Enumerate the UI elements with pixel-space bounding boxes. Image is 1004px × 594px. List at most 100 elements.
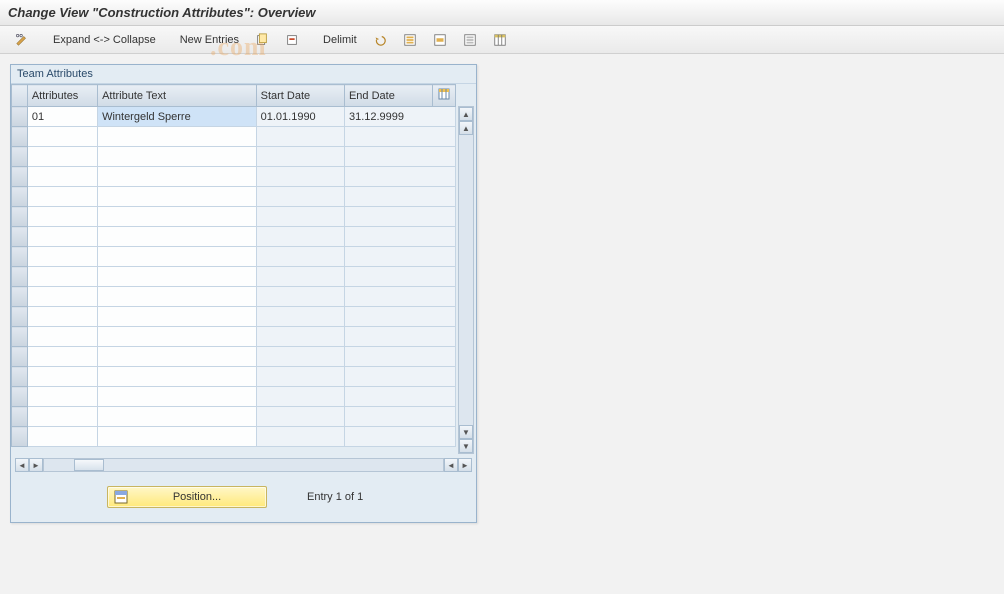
- table-settings-button[interactable]: [486, 30, 514, 50]
- cell-attribute-text[interactable]: [98, 247, 257, 267]
- column-header-attributes[interactable]: Attributes: [27, 85, 97, 107]
- cell-attribute-text[interactable]: [98, 327, 257, 347]
- cell-attributes[interactable]: [27, 207, 97, 227]
- cell-attributes[interactable]: [27, 367, 97, 387]
- cell-start-date[interactable]: [256, 407, 344, 427]
- scroll-up-step-icon[interactable]: ▲: [459, 121, 473, 135]
- row-selector[interactable]: [12, 267, 28, 287]
- cell-attribute-text[interactable]: [98, 307, 257, 327]
- row-selector[interactable]: [12, 147, 28, 167]
- expand-collapse-button[interactable]: Expand <-> Collapse: [46, 30, 163, 50]
- cell-attributes[interactable]: [27, 327, 97, 347]
- cell-start-date[interactable]: [256, 427, 344, 447]
- cell-attribute-text[interactable]: [98, 387, 257, 407]
- cell-end-date[interactable]: [344, 127, 455, 147]
- cell-end-date[interactable]: [344, 187, 455, 207]
- row-selector[interactable]: [12, 287, 28, 307]
- vertical-scrollbar[interactable]: ▲ ▲ ▼ ▼: [458, 106, 474, 454]
- delimit-button[interactable]: Delimit: [316, 30, 364, 50]
- cell-end-date[interactable]: [344, 307, 455, 327]
- scroll-next-col-button[interactable]: ◄: [444, 458, 458, 472]
- cell-attributes[interactable]: [27, 287, 97, 307]
- copy-as-button[interactable]: [248, 30, 276, 50]
- row-selector[interactable]: [12, 387, 28, 407]
- cell-attributes[interactable]: [27, 347, 97, 367]
- scroll-last-col-button[interactable]: ►: [458, 458, 472, 472]
- cell-start-date[interactable]: [256, 287, 344, 307]
- undo-change-button[interactable]: [366, 30, 394, 50]
- cell-attribute-text[interactable]: [98, 147, 257, 167]
- hscroll-thumb[interactable]: [74, 459, 104, 471]
- row-selector[interactable]: [12, 367, 28, 387]
- cell-end-date[interactable]: [344, 367, 455, 387]
- column-header-start-date[interactable]: Start Date: [256, 85, 344, 107]
- cell-attribute-text[interactable]: [98, 267, 257, 287]
- cell-attributes[interactable]: [27, 187, 97, 207]
- cell-attribute-text[interactable]: [98, 407, 257, 427]
- row-selector[interactable]: [12, 167, 28, 187]
- column-header-end-date[interactable]: End Date: [344, 85, 432, 107]
- cell-attribute-text[interactable]: [98, 127, 257, 147]
- row-selector[interactable]: [12, 307, 28, 327]
- cell-end-date[interactable]: [344, 287, 455, 307]
- row-selector[interactable]: [12, 227, 28, 247]
- cell-start-date[interactable]: [256, 367, 344, 387]
- cell-start-date[interactable]: 01.01.1990: [256, 107, 344, 127]
- cell-end-date[interactable]: [344, 227, 455, 247]
- scroll-up-icon[interactable]: ▲: [459, 107, 473, 121]
- cell-end-date[interactable]: [344, 147, 455, 167]
- scroll-down-step-icon[interactable]: ▼: [459, 425, 473, 439]
- row-selector[interactable]: [12, 407, 28, 427]
- scroll-down-icon[interactable]: ▼: [459, 439, 473, 453]
- row-selector-header[interactable]: [12, 85, 28, 107]
- cell-end-date[interactable]: 31.12.9999: [344, 107, 455, 127]
- cell-end-date[interactable]: [344, 167, 455, 187]
- cell-attributes[interactable]: [27, 387, 97, 407]
- scroll-prev-col-button[interactable]: ►: [29, 458, 43, 472]
- row-selector[interactable]: [12, 247, 28, 267]
- cell-start-date[interactable]: [256, 227, 344, 247]
- row-selector[interactable]: [12, 207, 28, 227]
- cell-attributes[interactable]: [27, 307, 97, 327]
- deselect-all-button[interactable]: [456, 30, 484, 50]
- row-selector[interactable]: [12, 427, 28, 447]
- cell-attribute-text[interactable]: [98, 227, 257, 247]
- select-all-button[interactable]: [396, 30, 424, 50]
- delete-button[interactable]: [278, 30, 306, 50]
- new-entries-button[interactable]: New Entries: [173, 30, 246, 50]
- cell-start-date[interactable]: [256, 247, 344, 267]
- cell-start-date[interactable]: [256, 147, 344, 167]
- cell-end-date[interactable]: [344, 267, 455, 287]
- cell-attributes[interactable]: [27, 247, 97, 267]
- cell-attributes[interactable]: 01: [27, 107, 97, 127]
- cell-attributes[interactable]: [27, 427, 97, 447]
- cell-end-date[interactable]: [344, 247, 455, 267]
- cell-end-date[interactable]: [344, 407, 455, 427]
- cell-end-date[interactable]: [344, 387, 455, 407]
- cell-start-date[interactable]: [256, 267, 344, 287]
- cell-attributes[interactable]: [27, 127, 97, 147]
- cell-start-date[interactable]: [256, 187, 344, 207]
- cell-attributes[interactable]: [27, 147, 97, 167]
- cell-start-date[interactable]: [256, 167, 344, 187]
- cell-attribute-text[interactable]: [98, 347, 257, 367]
- cell-attributes[interactable]: [27, 267, 97, 287]
- cell-start-date[interactable]: [256, 327, 344, 347]
- cell-attribute-text[interactable]: [98, 167, 257, 187]
- cell-attribute-text[interactable]: [98, 187, 257, 207]
- cell-end-date[interactable]: [344, 347, 455, 367]
- cell-end-date[interactable]: [344, 427, 455, 447]
- cell-start-date[interactable]: [256, 127, 344, 147]
- cell-attribute-text[interactable]: [98, 427, 257, 447]
- cell-attributes[interactable]: [27, 407, 97, 427]
- scroll-first-col-button[interactable]: ◄: [15, 458, 29, 472]
- cell-end-date[interactable]: [344, 327, 455, 347]
- select-block-button[interactable]: [426, 30, 454, 50]
- cell-attribute-text[interactable]: [98, 207, 257, 227]
- cell-attribute-text[interactable]: [98, 287, 257, 307]
- cell-start-date[interactable]: [256, 347, 344, 367]
- row-selector[interactable]: [12, 327, 28, 347]
- cell-end-date[interactable]: [344, 207, 455, 227]
- cell-start-date[interactable]: [256, 387, 344, 407]
- column-header-attribute-text[interactable]: Attribute Text: [98, 85, 257, 107]
